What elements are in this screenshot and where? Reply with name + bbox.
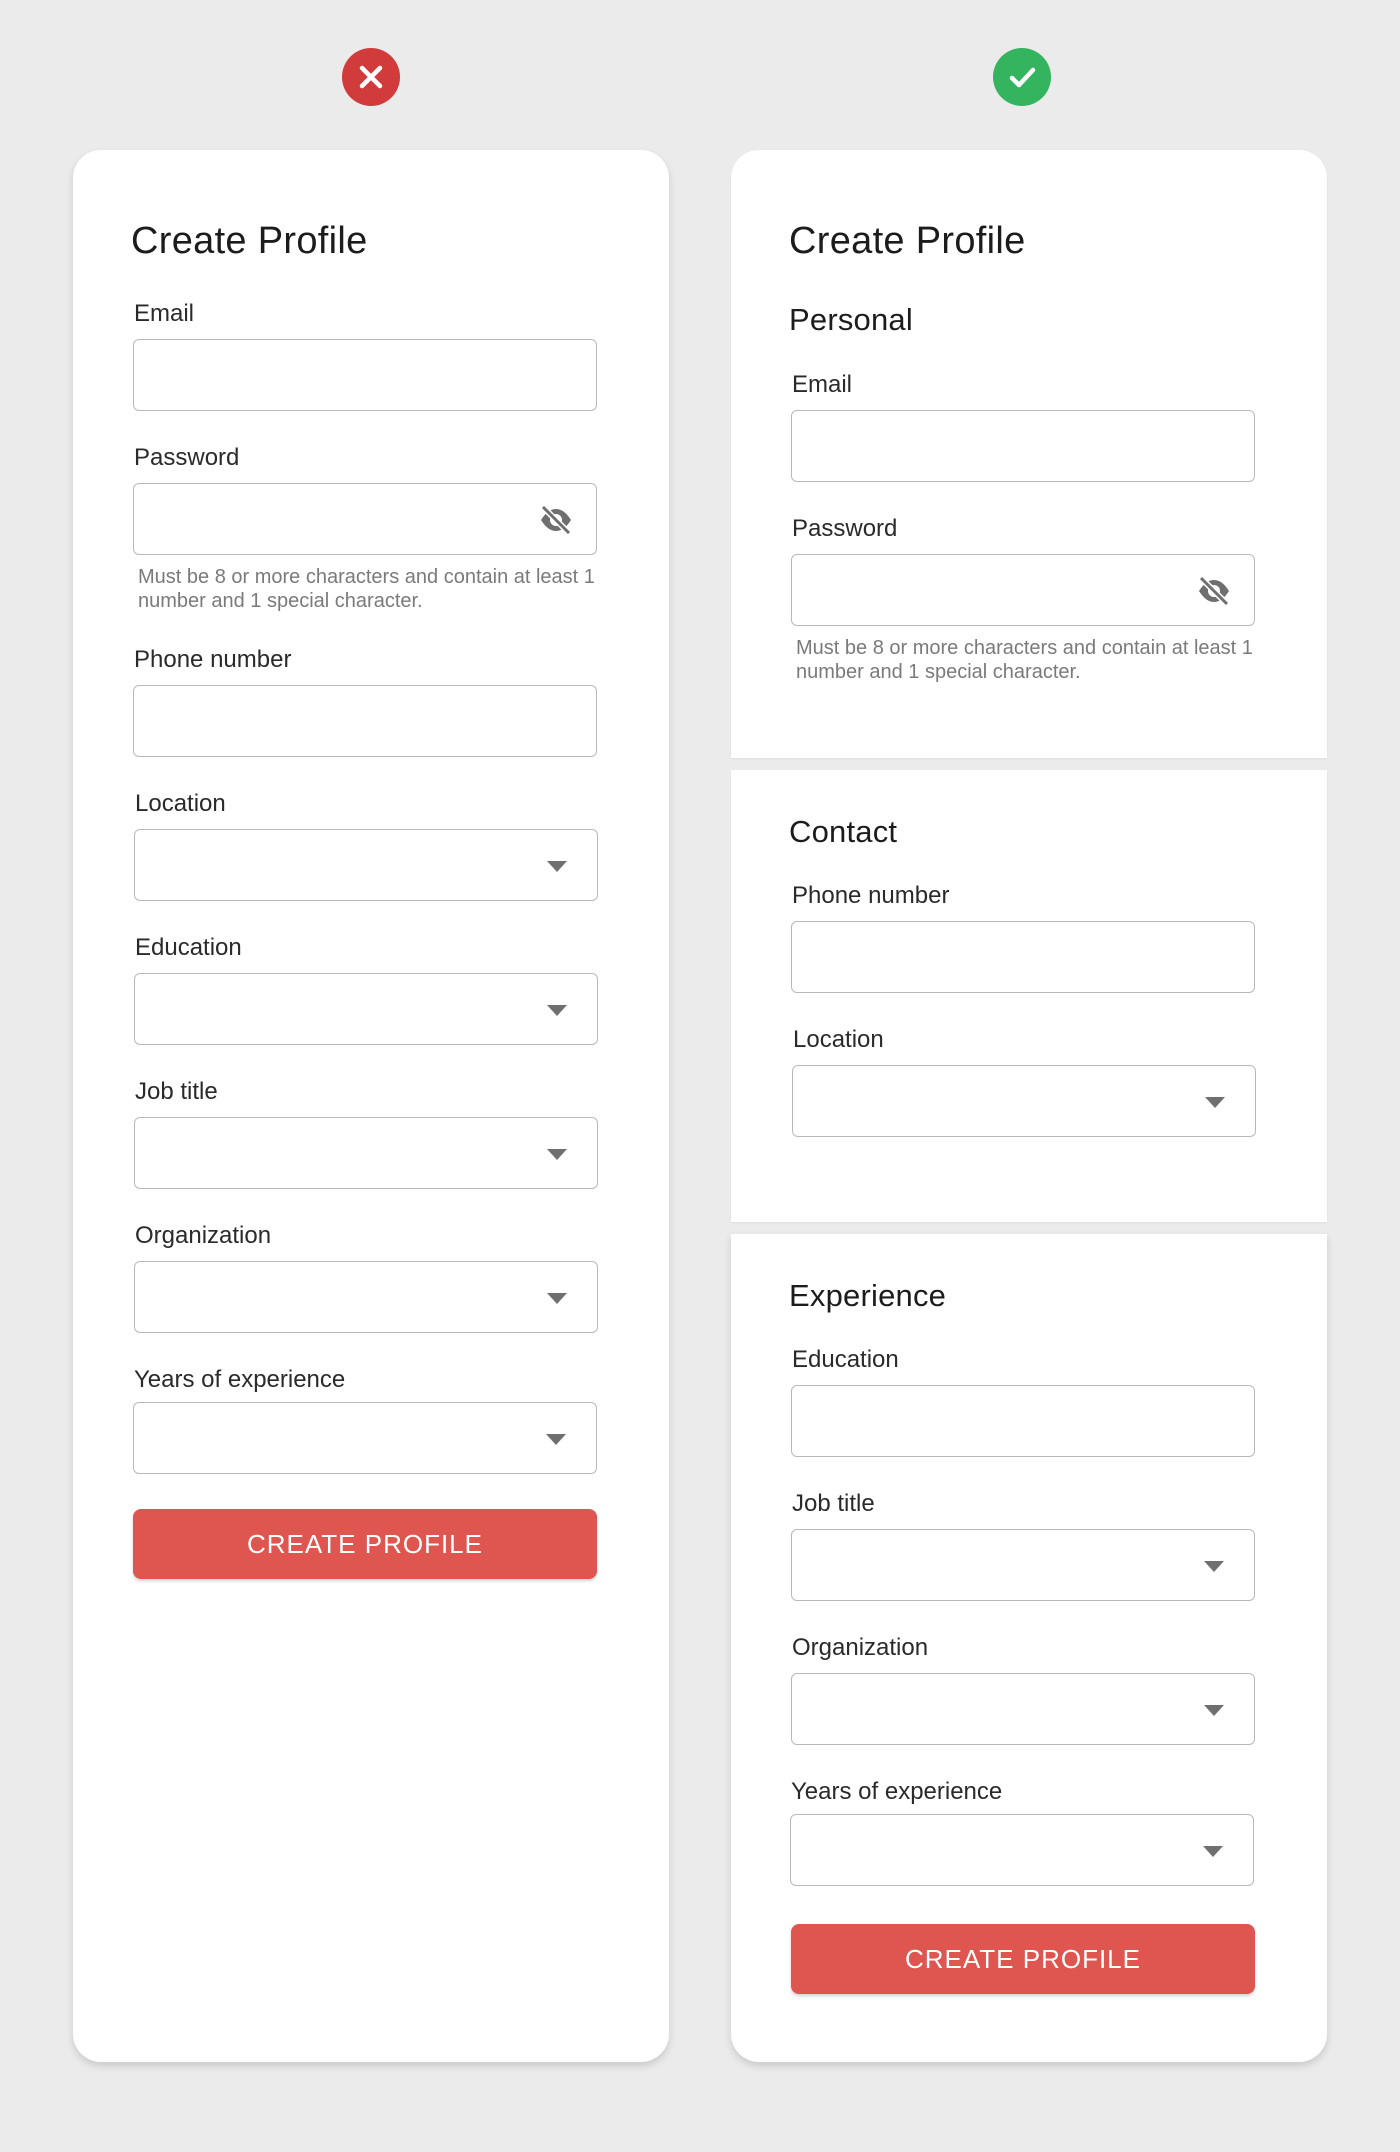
phone-label: Phone number [134,646,292,673]
years-select[interactable] [790,1814,1254,1886]
organization-select[interactable] [791,1673,1255,1745]
password-field[interactable] [791,554,1255,626]
chevron-down-icon [546,1434,566,1445]
phone-field[interactable] [791,921,1255,993]
email-field[interactable] [133,339,597,411]
password-field[interactable] [133,483,597,555]
education-select[interactable] [134,973,598,1045]
x-icon [359,65,383,89]
password-help: Must be 8 or more characters and contain… [138,566,595,612]
section-heading-experience: Experience [789,1278,947,1313]
email-field[interactable] [791,410,1255,482]
location-select[interactable] [134,829,598,901]
chevron-down-icon [547,1293,567,1304]
location-select[interactable] [792,1065,1256,1137]
chevron-down-icon [1204,1561,1224,1572]
password-label: Password [134,444,240,471]
email-label: Email [134,300,195,327]
experience-section-card: Experience Education Job title Organizat… [731,1234,1327,2062]
chevron-down-icon [547,1005,567,1016]
eye-off-icon[interactable] [538,504,574,536]
good-example-badge [993,48,1051,106]
password-help: Must be 8 or more characters and contain… [796,637,1253,683]
location-label: Location [793,1026,884,1053]
chevron-down-icon [1204,1705,1224,1716]
phone-label: Phone number [792,882,950,909]
create-profile-button[interactable]: CREATE PROFILE [791,1924,1255,1994]
page-title: Create Profile [131,220,368,262]
eye-off-icon[interactable] [1196,575,1232,607]
organization-label: Organization [792,1634,929,1661]
chevron-down-icon [547,861,567,872]
contact-section-card: Contact Phone number Location [731,770,1327,1222]
years-select[interactable] [133,1402,597,1474]
organization-label: Organization [135,1222,272,1249]
password-label: Password [792,515,898,542]
create-profile-button[interactable]: CREATE PROFILE [133,1509,597,1579]
email-label: Email [792,371,853,398]
check-icon [1009,67,1036,88]
section-heading-personal: Personal [789,302,913,337]
organization-select[interactable] [134,1261,598,1333]
section-heading-contact: Contact [789,814,898,849]
education-label: Education [135,934,242,961]
education-label: Education [792,1346,899,1373]
years-label: Years of experience [134,1366,346,1393]
bad-example-badge [342,48,400,106]
phone-field[interactable] [133,685,597,757]
job-title-select[interactable] [134,1117,598,1189]
chevron-down-icon [547,1149,567,1160]
personal-section-card: Create Profile Personal Email Password M… [731,150,1327,758]
chevron-down-icon [1205,1097,1225,1108]
job-title-label: Job title [792,1490,875,1517]
education-field[interactable] [791,1385,1255,1457]
single-page-form-card: Create Profile Email Password Must be 8 … [73,150,669,2062]
job-title-label: Job title [135,1078,218,1105]
chevron-down-icon [1203,1846,1223,1857]
grouped-form: Create Profile Personal Email Password M… [731,150,1327,2062]
years-label: Years of experience [791,1778,1003,1805]
job-title-select[interactable] [791,1529,1255,1601]
location-label: Location [135,790,226,817]
page-title: Create Profile [789,220,1026,262]
